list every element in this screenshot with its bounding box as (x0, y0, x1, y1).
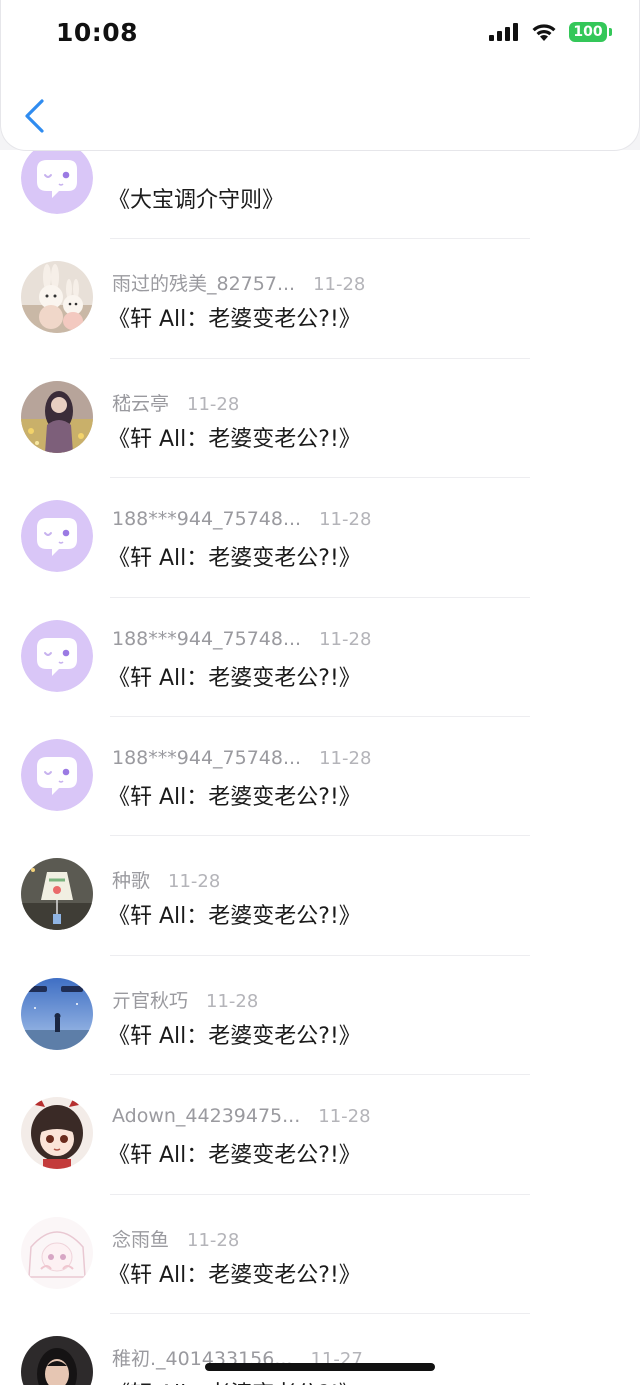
home-indicator[interactable] (205, 1363, 435, 1371)
message-item[interactable]: 雨过的残美_82757... 11-28 《轩 All：老婆变老公?!》 (0, 239, 640, 359)
back-button[interactable] (21, 98, 55, 134)
message-text: 《轩 All：老婆变老公?!》 (108, 1376, 361, 1385)
sender-name[interactable]: 嵇云亭 (112, 389, 169, 416)
message-date: 11-28 (168, 871, 221, 893)
message-meta: 亓官秋巧 11-28 (112, 986, 258, 1013)
message-meta: 嵇云亭 11-28 (112, 389, 239, 416)
message-item[interactable]: 《大宝调介守则》 (0, 150, 640, 240)
message-date: 11-28 (313, 274, 366, 296)
message-text: 《轩 All：老婆变老公?!》 (108, 546, 361, 572)
default-avatar[interactable] (21, 150, 93, 214)
message-meta: 种歌 11-28 (112, 866, 220, 893)
message-item[interactable]: 188***944_75748... 11-28 《轩 All：老婆变老公?!》 (0, 598, 640, 717)
sender-name[interactable]: 亓官秋巧 (112, 986, 188, 1013)
portrait-avatar[interactable] (21, 1335, 93, 1385)
message-text: 《大宝调介守则》 (108, 188, 285, 213)
anime-girl-avatar[interactable] (21, 1097, 93, 1170)
message-item[interactable]: 亓官秋巧 11-28 《轩 All：老婆变老公?!》 (0, 956, 640, 1076)
signal-icon (489, 23, 518, 41)
message-text: 《轩 All：老婆变老公?!》 (108, 426, 361, 452)
message-item[interactable]: 念雨鱼 11-28 《轩 All：老婆变老公?!》 (0, 1195, 640, 1314)
night-sky-avatar[interactable] (21, 977, 93, 1050)
message-item[interactable]: Adown_44239475... 11-28 《轩 All：老婆变老公?!》 (0, 1075, 640, 1195)
message-meta: 188***944_75748... 11-28 (112, 628, 371, 650)
message-date: 11-28 (319, 628, 372, 650)
message-text: 《轩 All：老婆变老公?!》 (108, 1023, 361, 1049)
message-item[interactable]: 188***944_75748... 11-28 《轩 All：老婆变老公?!》 (0, 717, 640, 837)
default-avatar[interactable] (21, 619, 93, 692)
sender-name[interactable]: Adown_44239475... (112, 1105, 300, 1127)
message-meta: 188***944_75748... 11-28 (112, 508, 371, 530)
message-meta: 念雨鱼 11-28 (112, 1225, 239, 1252)
message-list[interactable]: 《大宝调介守则》 雨过的残美_82757... 11-28 《轩 All：老婆变老公… (0, 150, 640, 1385)
sender-name[interactable]: 188***944_75748... (112, 747, 301, 769)
message-text: 《轩 All：老婆变老公?!》 (108, 307, 361, 333)
nav-header: 10:08 100 (0, 0, 640, 151)
sketch-girl-avatar[interactable] (21, 1216, 93, 1289)
sender-name[interactable]: 188***944_75748... (112, 628, 301, 650)
message-meta: 雨过的残美_82757... 11-28 (112, 269, 365, 296)
message-item[interactable]: 188***944_75748... 11-28 《轩 All：老婆变老公?!》 (0, 478, 640, 598)
message-date: 11-28 (319, 509, 372, 531)
message-item[interactable]: 嵇云亭 11-28 《轩 All：老婆变老公?!》 (0, 359, 640, 479)
message-text: 《轩 All：老婆变老公?!》 (108, 904, 361, 930)
message-date: 11-28 (318, 1106, 371, 1128)
message-text: 《轩 All：老婆变老公?!》 (108, 1262, 361, 1288)
message-date: 11-28 (187, 393, 240, 415)
battery-level: 100 (573, 24, 603, 40)
girl-in-flowers-avatar[interactable] (21, 380, 93, 453)
status-icons: 100 (489, 22, 612, 42)
message-text: 《轩 All：老婆变老公?!》 (108, 665, 361, 691)
sender-name[interactable]: 雨过的残美_82757... (112, 269, 295, 296)
sender-name[interactable]: 种歌 (112, 866, 150, 893)
status-time: 10:08 (56, 18, 139, 47)
wifi-icon (532, 24, 556, 41)
message-item[interactable]: 稚初._401433156...11-27《轩 All：老婆变老公?!》 (0, 1314, 640, 1385)
bunny-plush-avatar[interactable] (21, 261, 93, 334)
message-meta: 188***944_75748... 11-28 (112, 747, 371, 769)
message-item[interactable]: 种歌 11-28 《轩 All：老婆变老公?!》 (0, 836, 640, 956)
message-text: 《轩 All：老婆变老公?!》 (108, 784, 361, 810)
message-date: 11-28 (187, 1229, 240, 1251)
default-avatar[interactable] (21, 500, 93, 573)
message-date: 11-28 (206, 990, 259, 1012)
message-date: 11-28 (319, 747, 372, 769)
message-meta: Adown_44239475... 11-28 (112, 1105, 371, 1127)
sender-name[interactable]: 念雨鱼 (112, 1225, 169, 1252)
wind-chime-avatar[interactable] (21, 858, 93, 931)
sender-name[interactable]: 188***944_75748... (112, 508, 301, 530)
battery-icon: 100 (569, 22, 612, 42)
chevron-left-icon (25, 99, 44, 133)
default-avatar[interactable] (21, 738, 93, 811)
message-text: 《轩 All：老婆变老公?!》 (108, 1143, 361, 1169)
